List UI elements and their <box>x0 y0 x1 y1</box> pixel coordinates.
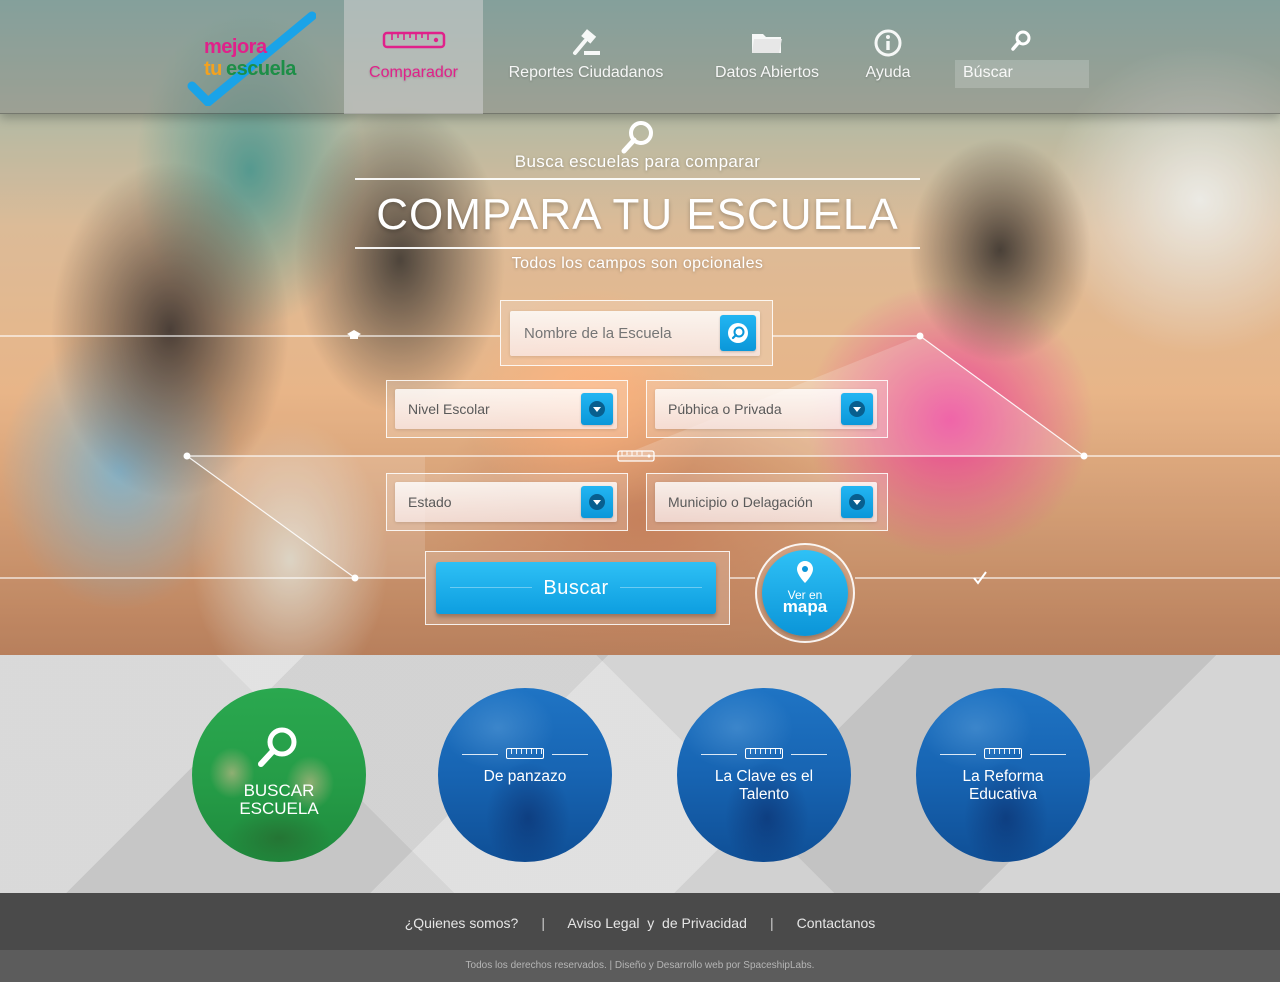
state-select-label: Estado <box>408 494 452 510</box>
ruler-icon <box>462 748 588 760</box>
hero-subtitle: Busca escuelas para comparar <box>514 152 761 171</box>
logo-text-escuela: escuela <box>226 58 296 80</box>
footer-separator: | <box>541 915 546 931</box>
nav-label-reportes: Reportes Ciudadanos <box>508 64 664 81</box>
search-icon[interactable] <box>1010 30 1032 52</box>
nav-label-datos-abiertos: Datos Abiertos <box>714 64 820 81</box>
ruler-icon <box>382 31 445 49</box>
chevron-down-icon <box>581 393 613 425</box>
ruler-icon <box>701 748 827 760</box>
chevron-down-icon <box>581 486 613 518</box>
footer-link-about[interactable]: ¿Quienes somos? <box>405 915 519 931</box>
municipality-select-label: Municipio o Delagación <box>668 494 813 510</box>
chevron-down-icon <box>841 393 873 425</box>
hero-note: Todos los campos son opcionales <box>511 255 764 272</box>
feature-de-panzazo[interactable]: De panzazo <box>438 688 612 862</box>
state-select[interactable]: Estado <box>395 482 617 522</box>
nav-item-ayuda[interactable]: Ayuda <box>848 0 928 114</box>
footer-link-contact[interactable]: Contactanos <box>797 915 876 931</box>
copyright-text: Todos los derechos reservados. | Diseño … <box>465 960 815 971</box>
search-icon <box>621 121 653 154</box>
divider <box>355 247 920 249</box>
logo-text-mejora: mejora <box>204 36 267 58</box>
search-button[interactable]: Buscar <box>436 562 716 614</box>
info-icon <box>874 29 902 57</box>
level-select[interactable]: Nivel Escolar <box>395 389 617 429</box>
municipality-select[interactable]: Municipio o Delagación <box>655 482 877 522</box>
feature-label: BUSCAR ESCUELA <box>239 781 319 818</box>
school-search-button[interactable] <box>720 315 756 351</box>
nav-item-reportes[interactable]: Reportes Ciudadanos <box>492 0 680 114</box>
nav-label-ayuda: Ayuda <box>865 64 911 81</box>
search-button-label: Buscar <box>543 576 609 599</box>
feature-label: De panzazo <box>483 768 567 785</box>
footer-separator: | <box>769 915 774 931</box>
map-pin-icon <box>797 561 813 583</box>
feature-label: La Clave es el Talento <box>714 768 814 803</box>
divider <box>355 178 920 180</box>
nav-search-label: Búscar <box>963 64 1013 81</box>
logo-text-tu: tu <box>204 58 222 80</box>
feature-la-clave-es-el-talento[interactable]: La Clave es el Talento <box>677 688 851 862</box>
map-button-line2: mapa <box>782 597 828 616</box>
map-button[interactable]: Ver en mapa <box>762 550 848 636</box>
nav-item-comparador[interactable]: Comparador <box>344 0 483 114</box>
school-type-select-label: Púbhica o Privada <box>668 401 782 417</box>
feature-la-reforma-educativa[interactable]: La Reforma Educativa <box>916 688 1090 862</box>
footer: ¿Quienes somos? | Aviso Legal y de Priva… <box>0 893 1280 950</box>
search-icon <box>258 727 297 767</box>
footer-links: ¿Quienes somos? | Aviso Legal y de Priva… <box>0 915 1280 931</box>
school-type-select[interactable]: Púbhica o Privada <box>655 389 877 429</box>
nav-label-comparador: Comparador <box>369 64 458 81</box>
page-title: COMPARA TU ESCUELA <box>376 190 899 239</box>
site-logo[interactable]: mejora tu escuela <box>186 10 316 106</box>
nav-item-datos-abiertos[interactable]: Datos Abiertos <box>700 0 834 114</box>
ruler-icon <box>940 748 1066 760</box>
ruler-icon <box>617 450 655 462</box>
folder-icon <box>752 34 782 53</box>
chevron-down-icon <box>841 486 873 518</box>
search-icon <box>728 323 748 343</box>
copyright-bar: Todos los derechos reservados. | Diseño … <box>0 950 1280 982</box>
level-select-label: Nivel Escolar <box>408 401 490 417</box>
feature-label: La Reforma Educativa <box>962 768 1044 803</box>
gavel-icon <box>573 29 600 55</box>
feature-buscar-escuela[interactable]: BUSCAR ESCUELA <box>192 688 366 862</box>
footer-link-legal[interactable]: Aviso Legal y de Privacidad <box>567 915 747 931</box>
graduation-cap-icon <box>347 330 361 339</box>
